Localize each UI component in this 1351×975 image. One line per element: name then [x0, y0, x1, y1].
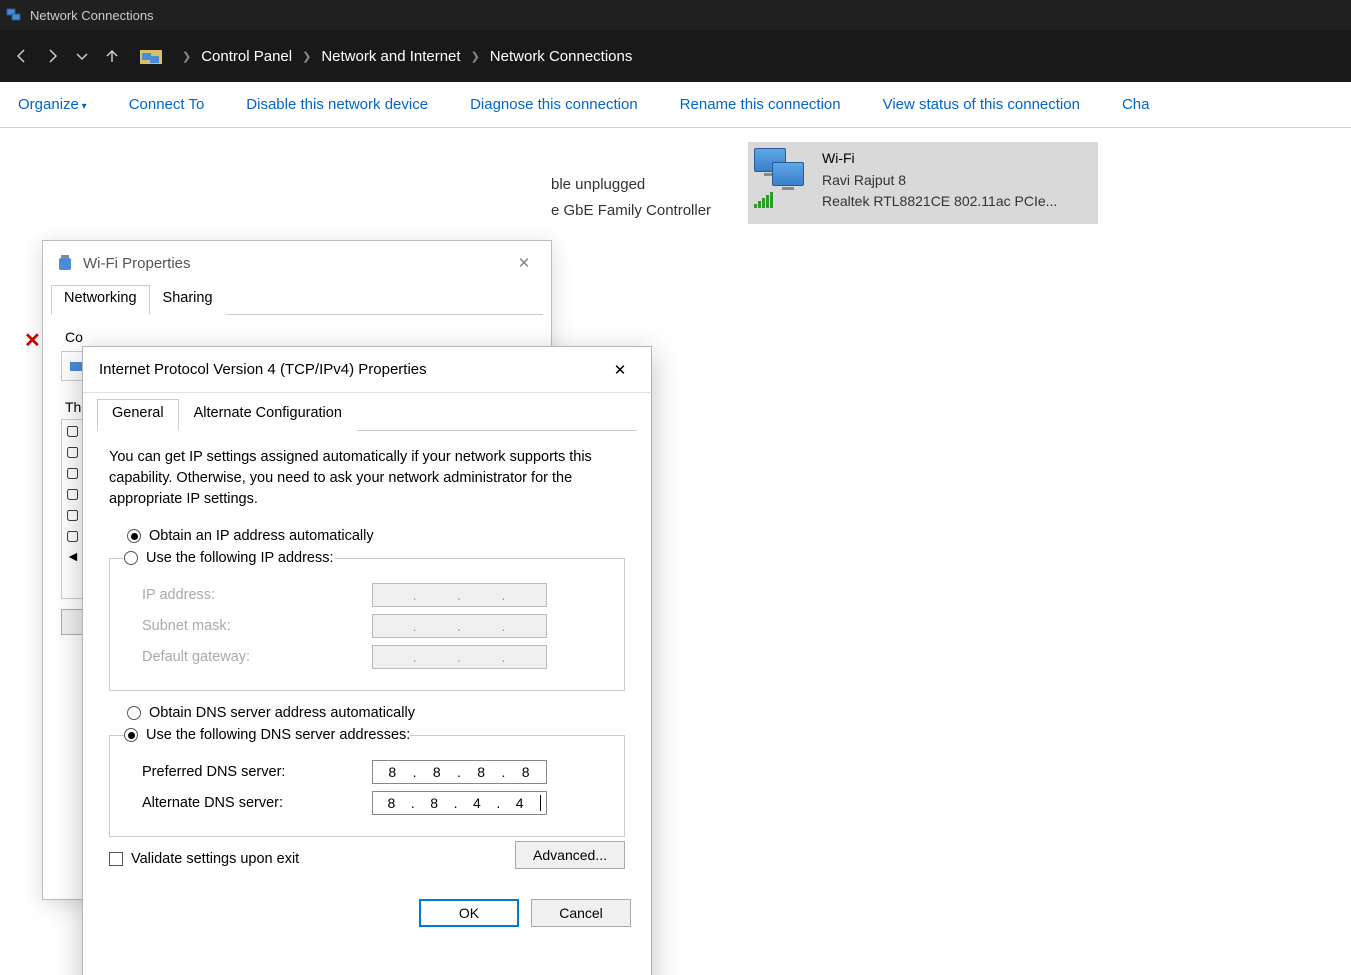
breadcrumb-network-connections[interactable]: Network Connections — [490, 48, 633, 65]
organize-menu[interactable]: Organize — [18, 96, 87, 113]
default-gateway-label: Default gateway: — [142, 649, 372, 665]
tab-general[interactable]: General — [97, 399, 179, 431]
change-settings-button[interactable]: Cha — [1122, 96, 1150, 113]
close-button[interactable]: ✕ — [597, 355, 643, 385]
ok-button[interactable]: OK — [419, 899, 519, 927]
recent-dropdown[interactable] — [74, 48, 90, 64]
titlebar: Network Connections — [0, 0, 1351, 30]
radio-manual-ip[interactable] — [124, 551, 138, 565]
connection-ssid: Ravi Rajput 8 — [822, 170, 1057, 192]
ipv4-properties-dialog: Internet Protocol Version 4 (TCP/IPv4) P… — [82, 346, 652, 975]
diagnose-button[interactable]: Diagnose this connection — [470, 96, 638, 113]
default-gateway-input: ... — [372, 645, 547, 669]
disable-device-button[interactable]: Disable this network device — [246, 96, 428, 113]
disabled-x-icon: ✕ — [24, 328, 41, 353]
radio-auto-dns-label: Obtain DNS server address automatically — [149, 705, 415, 721]
radio-auto-dns[interactable] — [127, 706, 141, 720]
ip-address-input: ... — [372, 583, 547, 607]
radio-manual-dns-label: Use the following DNS server addresses: — [146, 727, 410, 743]
manual-dns-group: Use the following DNS server addresses: … — [109, 727, 625, 837]
connection-wifi[interactable]: Wi-Fi Ravi Rajput 8 Realtek RTL8821CE 80… — [748, 142, 1098, 224]
tab-networking[interactable]: Networking — [51, 285, 150, 315]
forward-button[interactable] — [44, 48, 60, 64]
description-text: You can get IP settings assigned automat… — [109, 447, 625, 510]
radio-manual-dns[interactable] — [124, 728, 138, 742]
dialog-title: Wi-Fi Properties — [83, 255, 191, 272]
navbar: ❯ Control Panel ❯ Network and Internet ❯… — [0, 30, 1351, 82]
back-button[interactable] — [14, 48, 30, 64]
cancel-button[interactable]: Cancel — [531, 899, 631, 927]
validate-checkbox[interactable] — [109, 852, 123, 866]
alternate-dns-input[interactable]: 8.8.4.4 — [372, 791, 547, 815]
rename-button[interactable]: Rename this connection — [680, 96, 841, 113]
tab-alternate-configuration[interactable]: Alternate Configuration — [179, 399, 357, 431]
content-area: ble unplugged e GbE Family Controller ✕ … — [0, 128, 1351, 975]
preferred-dns-label: Preferred DNS server: — [142, 764, 372, 780]
wifi-adapter-icon — [754, 148, 814, 208]
breadcrumb-separator[interactable]: ❯ — [302, 50, 311, 63]
tab-sharing[interactable]: Sharing — [150, 285, 226, 315]
network-connections-icon — [6, 7, 22, 23]
breadcrumb-network-internet[interactable]: Network and Internet — [321, 48, 460, 65]
subnet-mask-input: ... — [372, 614, 547, 638]
alternate-dns-label: Alternate DNS server: — [142, 795, 372, 811]
view-status-button[interactable]: View status of this connection — [883, 96, 1080, 113]
connection-name: Wi-Fi — [822, 148, 1057, 170]
subnet-mask-label: Subnet mask: — [142, 618, 372, 634]
connect-using-label: Co — [65, 329, 533, 345]
radio-auto-ip-label: Obtain an IP address automatically — [149, 528, 374, 544]
text-cursor — [540, 795, 541, 811]
breadcrumb-separator[interactable]: ❯ — [182, 50, 191, 63]
dialog-title: Internet Protocol Version 4 (TCP/IPv4) P… — [99, 361, 427, 378]
toolbar: Organize Connect To Disable this network… — [0, 82, 1351, 128]
breadcrumb-separator[interactable]: ❯ — [471, 50, 480, 63]
ethernet-adapter: e GbE Family Controller — [551, 202, 711, 219]
folder-icon — [140, 46, 162, 66]
window-title: Network Connections — [30, 8, 154, 23]
advanced-button[interactable]: Advanced... — [515, 841, 625, 869]
up-button[interactable] — [104, 48, 120, 64]
radio-auto-ip[interactable] — [127, 529, 141, 543]
preferred-dns-input[interactable]: 8.8.8.8 — [372, 760, 547, 784]
manual-ip-group: Use the following IP address: IP address… — [109, 550, 625, 691]
breadcrumb-control-panel[interactable]: Control Panel — [201, 48, 292, 65]
connect-to-button[interactable]: Connect To — [129, 96, 205, 113]
connection-adapter: Realtek RTL8821CE 802.11ac PCIe... — [822, 191, 1057, 213]
signal-strength-icon — [754, 192, 773, 208]
validate-checkbox-label: Validate settings upon exit — [131, 851, 299, 867]
ip-address-label: IP address: — [142, 587, 372, 603]
radio-manual-ip-label: Use the following IP address: — [146, 550, 334, 566]
close-button[interactable]: ✕ — [501, 247, 547, 279]
ethernet-status: ble unplugged — [551, 176, 645, 193]
adapter-icon — [57, 254, 73, 272]
